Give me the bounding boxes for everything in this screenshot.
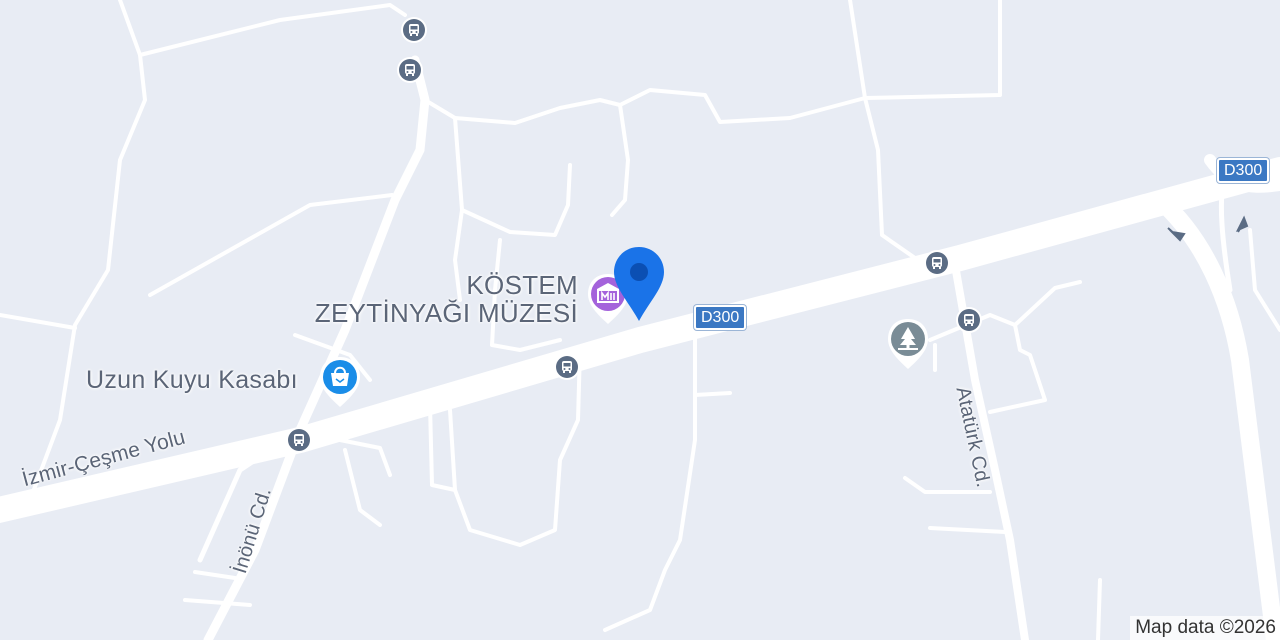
poi-museum[interactable]: KÖSTEM ZEYTİNYAĞI MÜZESİ <box>314 270 636 332</box>
map-attribution: Map data ©2026 <box>1130 616 1280 640</box>
bus-icon <box>409 24 419 36</box>
shopping-bag-icon <box>320 357 360 407</box>
bus-icon <box>405 64 415 76</box>
bus-stop-marker[interactable] <box>397 57 423 83</box>
poi-museum-name-line1: KÖSTEM <box>466 270 578 300</box>
highway-izmir-cesme <box>0 157 1280 524</box>
bus-stop-marker[interactable] <box>924 250 950 276</box>
route-shield-d300-right: D300 <box>1217 158 1270 183</box>
map-canvas[interactable]: İzmir-Çeşme Yolu İnönü Cd. Atatürk Cd. D… <box>0 0 1280 640</box>
bus-stop-marker[interactable] <box>286 427 312 453</box>
bus-icon <box>932 257 942 269</box>
location-pin-icon[interactable] <box>610 245 668 325</box>
poi-museum-name-line2: ZEYTİNYAĞI MÜZESİ <box>314 298 578 328</box>
bus-stop-marker[interactable] <box>554 354 580 380</box>
poi-shop[interactable]: Uzun Kuyu Kasabı <box>86 355 370 411</box>
bus-icon <box>294 434 304 446</box>
tree-icon[interactable] <box>884 317 932 373</box>
route-shield-d300-center: D300 <box>694 305 747 330</box>
poi-shop-name: Uzun Kuyu Kasabı <box>86 366 298 394</box>
bus-icon <box>562 361 572 373</box>
bus-stop-marker[interactable] <box>956 307 982 333</box>
bus-icon <box>964 314 974 326</box>
bus-stop-marker[interactable] <box>401 17 427 43</box>
